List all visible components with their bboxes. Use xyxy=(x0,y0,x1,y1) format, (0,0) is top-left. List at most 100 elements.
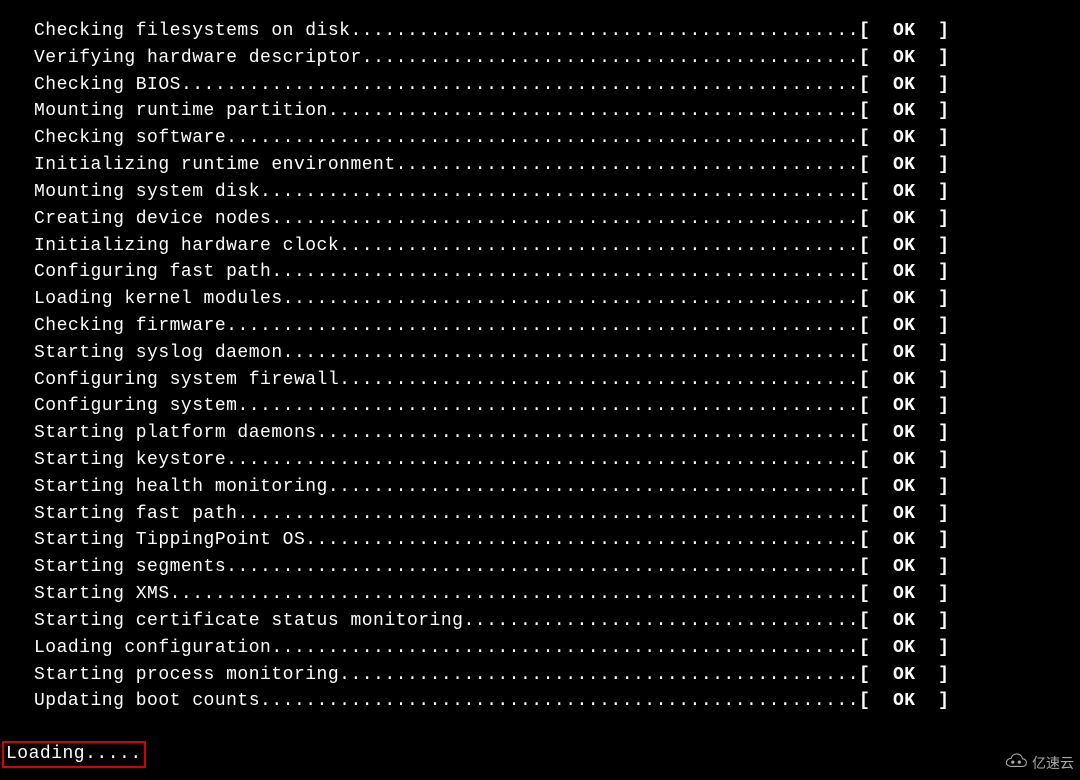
boot-dots: ........................................… xyxy=(339,662,859,689)
bracket-open: [ xyxy=(859,21,870,41)
bracket-close: ] xyxy=(938,665,949,685)
boot-message: Initializing hardware clock xyxy=(10,233,339,260)
boot-message: Verifying hardware descriptor xyxy=(10,45,362,72)
bracket-close: ] xyxy=(938,370,949,390)
status-ok: OK xyxy=(870,584,938,604)
status-ok: OK xyxy=(870,209,938,229)
boot-status: [ OK ] xyxy=(859,367,963,394)
boot-dots: ........................................… xyxy=(260,179,859,206)
status-ok: OK xyxy=(870,557,938,577)
bracket-close: ] xyxy=(938,128,949,148)
boot-message: Initializing runtime environment xyxy=(10,152,396,179)
boot-status: [ OK ] xyxy=(859,179,963,206)
boot-message: Starting fast path xyxy=(10,501,237,528)
bracket-open: [ xyxy=(859,638,870,658)
bracket-open: [ xyxy=(859,182,870,202)
boot-line: Checking filesystems on disk............… xyxy=(10,18,1080,45)
boot-dots: ........................................… xyxy=(271,206,859,233)
boot-message: Starting XMS xyxy=(10,581,170,608)
bracket-open: [ xyxy=(859,101,870,121)
boot-line: Starting certificate status monitoring..… xyxy=(10,608,1080,635)
boot-line: Starting segments.......................… xyxy=(10,554,1080,581)
boot-line: Starting TippingPoint OS................… xyxy=(10,527,1080,554)
boot-dots: ........................................… xyxy=(396,152,859,179)
bracket-open: [ xyxy=(859,316,870,336)
boot-dots: ........................................… xyxy=(226,554,859,581)
bracket-close: ] xyxy=(938,638,949,658)
boot-status: [ OK ] xyxy=(859,420,963,447)
boot-message: Updating boot counts xyxy=(10,688,260,715)
bracket-open: [ xyxy=(859,396,870,416)
boot-line: Initializing runtime environment........… xyxy=(10,152,1080,179)
status-ok: OK xyxy=(870,530,938,550)
bracket-close: ] xyxy=(938,155,949,175)
status-ok: OK xyxy=(870,21,938,41)
boot-message: Starting segments xyxy=(10,554,226,581)
boot-status: [ OK ] xyxy=(859,125,963,152)
status-ok: OK xyxy=(870,450,938,470)
boot-line: Mounting system disk....................… xyxy=(10,179,1080,206)
boot-dots: ........................................… xyxy=(362,45,859,72)
boot-line: Loading kernel modules..................… xyxy=(10,286,1080,313)
boot-dots: ........................................… xyxy=(226,313,859,340)
boot-message: Loading kernel modules xyxy=(10,286,283,313)
bracket-open: [ xyxy=(859,262,870,282)
boot-dots: ........................................… xyxy=(339,233,859,260)
boot-status: [ OK ] xyxy=(859,259,963,286)
boot-message: Mounting system disk xyxy=(10,179,260,206)
status-ok: OK xyxy=(870,155,938,175)
status-ok: OK xyxy=(870,236,938,256)
status-ok: OK xyxy=(870,75,938,95)
boot-line: Starting health monitoring..............… xyxy=(10,474,1080,501)
status-ok: OK xyxy=(870,370,938,390)
boot-message: Creating device nodes xyxy=(10,206,271,233)
boot-message: Configuring fast path xyxy=(10,259,271,286)
bracket-close: ] xyxy=(938,691,949,711)
boot-line: Starting XMS............................… xyxy=(10,581,1080,608)
bracket-open: [ xyxy=(859,423,870,443)
bracket-open: [ xyxy=(859,209,870,229)
boot-dots: ........................................… xyxy=(339,367,859,394)
boot-line: Updating boot counts....................… xyxy=(10,688,1080,715)
bracket-open: [ xyxy=(859,236,870,256)
boot-status: [ OK ] xyxy=(859,72,963,99)
bracket-close: ] xyxy=(938,557,949,577)
boot-status: [ OK ] xyxy=(859,581,963,608)
boot-status: [ OK ] xyxy=(859,554,963,581)
watermark-text: 亿速云 xyxy=(1032,753,1074,773)
bracket-close: ] xyxy=(938,450,949,470)
bracket-open: [ xyxy=(859,691,870,711)
bracket-close: ] xyxy=(938,262,949,282)
boot-line: Initializing hardware clock.............… xyxy=(10,233,1080,260)
bracket-close: ] xyxy=(938,530,949,550)
bracket-close: ] xyxy=(938,101,949,121)
status-ok: OK xyxy=(870,665,938,685)
boot-line: Configuring system firewall.............… xyxy=(10,367,1080,394)
boot-line: Creating device nodes...................… xyxy=(10,206,1080,233)
boot-status: [ OK ] xyxy=(859,527,963,554)
boot-status: [ OK ] xyxy=(859,233,963,260)
status-ok: OK xyxy=(870,423,938,443)
boot-console: Checking filesystems on disk............… xyxy=(0,0,1080,715)
boot-message: Checking software xyxy=(10,125,226,152)
status-ok: OK xyxy=(870,101,938,121)
boot-dots: ........................................… xyxy=(328,98,859,125)
bracket-open: [ xyxy=(859,48,870,68)
boot-message: Mounting runtime partition xyxy=(10,98,328,125)
boot-message: Starting syslog daemon xyxy=(10,340,283,367)
status-ok: OK xyxy=(870,477,938,497)
bracket-close: ] xyxy=(938,477,949,497)
bracket-open: [ xyxy=(859,504,870,524)
bracket-open: [ xyxy=(859,557,870,577)
boot-dots: ........................................… xyxy=(181,72,859,99)
cloud-icon xyxy=(1002,751,1028,774)
bracket-open: [ xyxy=(859,343,870,363)
boot-dots: ........................................… xyxy=(305,527,859,554)
boot-line: Checking software.......................… xyxy=(10,125,1080,152)
boot-message: Starting health monitoring xyxy=(10,474,328,501)
bracket-open: [ xyxy=(859,477,870,497)
status-ok: OK xyxy=(870,48,938,68)
boot-status: [ OK ] xyxy=(859,286,963,313)
boot-message: Checking filesystems on disk xyxy=(10,18,350,45)
status-ok: OK xyxy=(870,504,938,524)
